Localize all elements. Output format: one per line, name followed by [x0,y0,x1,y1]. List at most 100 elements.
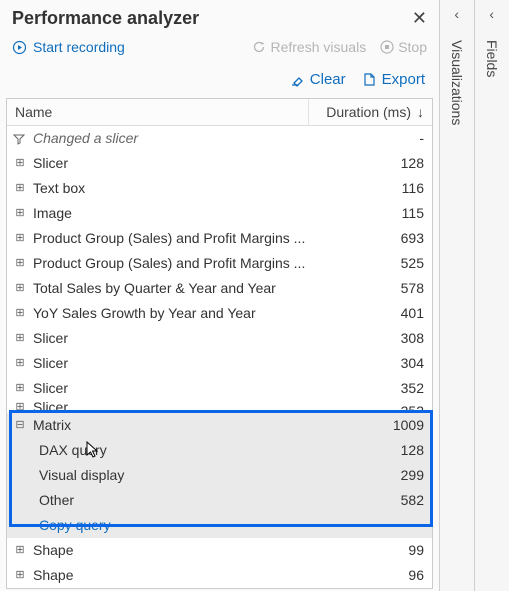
results-grid: Name Duration (ms) ↓ Changed a slicer-⊞S… [6,98,433,589]
export-label: Export [382,71,425,88]
export-button[interactable]: Export [362,71,425,88]
row-duration: 582 [329,490,424,511]
expand-icon[interactable]: ⊞ [13,378,27,399]
grid-header: Name Duration (ms) ↓ [7,99,432,126]
row-duration: 128 [329,440,424,461]
refresh-visuals-button: Refresh visuals [252,39,366,55]
stop-button: Stop [380,39,427,55]
row-label: Slicer [33,353,68,374]
grid-row[interactable]: ⊞ Slicer 304 [7,351,432,376]
row-label: Slicer [33,153,68,174]
row-label: Changed a slicer [33,128,138,149]
panel-title: Performance analyzer [12,8,199,29]
expand-icon[interactable]: ⊞ [13,565,27,586]
clear-label: Clear [310,71,346,88]
grid-row[interactable]: ⊞ Image 115 [7,201,432,226]
grid-row[interactable]: Changed a slicer - [7,126,432,151]
start-recording-button[interactable]: Start recording [12,39,125,55]
expand-icon[interactable]: ⊞ [13,153,27,174]
grid-row[interactable]: ⊞Slicer128 [7,151,432,176]
grid-row[interactable]: ⊞ Shape 96 [7,563,432,588]
row-duration [329,515,424,536]
close-icon[interactable]: ✕ [412,8,427,29]
expand-icon[interactable]: ⊞ [13,253,27,274]
grid-row[interactable]: ⊞ Total Sales by Quarter & Year and Year 5… [7,276,432,301]
grid-child-row[interactable]: Other 582 [7,488,432,513]
refresh-visuals-label: Refresh visuals [270,39,366,55]
start-recording-label: Start recording [33,39,125,55]
col-duration[interactable]: Duration (ms) ↓ [309,99,432,125]
row-label[interactable]: Copy query [39,515,111,536]
sidebar-visualizations[interactable]: ‹ Visualizations [440,0,475,591]
stop-label: Stop [398,39,427,55]
row-duration: 578 [329,278,424,299]
expand-icon[interactable]: ⊞ [13,401,27,413]
eraser-icon [290,72,305,87]
sidebar-fields-label: Fields [484,40,500,77]
row-label: Visual display [39,465,124,486]
row-label: Product Group (Sales) and Profit Margins… [33,228,305,249]
panel-actions: Start recording Refresh visuals Stop [0,33,439,65]
row-duration: 352 [329,401,424,413]
expand-icon[interactable]: ⊞ [13,540,27,561]
row-label: Other [39,490,74,511]
row-duration: 525 [329,253,424,274]
expand-icon[interactable]: ⊞ [13,328,27,349]
grid-child-row[interactable]: Visual display 299 [7,463,432,488]
row-label: Shape [33,540,73,561]
clear-button[interactable]: Clear [290,71,346,88]
grid-row[interactable]: ⊞ Slicer 352 [7,376,432,401]
row-duration: 99 [329,540,424,561]
grid-row[interactable]: ⊞ Shape 99 [7,538,432,563]
record-icon [12,40,27,55]
refresh-icon [252,40,266,54]
grid-row[interactable]: ⊞Slicer308 [7,326,432,351]
row-label: Product Group (Sales) and Profit Margins… [33,253,305,274]
grid-body: Changed a slicer-⊞Slicer128⊞Text box116⊞… [7,126,432,588]
row-duration: 352 [329,378,424,399]
expand-icon[interactable]: ⊞ [13,178,27,199]
col-name[interactable]: Name [7,99,309,125]
row-duration: 401 [329,303,424,324]
sidebar-visualizations-label: Visualizations [449,40,465,125]
row-duration: 304 [329,353,424,374]
grid-row[interactable]: ⊞ Product Group (Sales) and Profit Margin… [7,226,432,251]
sidebar-fields[interactable]: ‹ Fields [475,0,509,591]
expand-icon[interactable]: ⊞ [13,353,27,374]
expand-icon[interactable]: ⊞ [13,228,27,249]
stop-icon [380,40,394,54]
row-label: Image [33,203,72,224]
chevron-left-icon[interactable]: ‹ [489,6,494,22]
collapse-icon[interactable]: ⊟ [13,415,27,436]
sort-arrow-icon: ↓ [417,104,424,120]
row-label: YoY Sales Growth by Year and Year [33,303,256,324]
row-duration: 1009 [329,415,424,436]
row-duration: 96 [329,565,424,586]
grid-row[interactable]: ⊟Matrix1009 [7,413,432,438]
expand-icon[interactable]: ⊞ [13,203,27,224]
panel-titlebar: Performance analyzer ✕ [0,0,439,33]
grid-row[interactable]: ⊞Text box116 [7,176,432,201]
chevron-left-icon[interactable]: ‹ [454,6,459,22]
grid-row[interactable]: ⊞ Slicer 352 [7,401,432,413]
expand-icon[interactable]: ⊞ [13,278,27,299]
row-label: Slicer [33,378,68,399]
grid-row[interactable]: ⊞ Product Group (Sales) and Profit Margin… [7,251,432,276]
col-duration-label: Duration (ms) [326,104,411,120]
performance-analyzer-panel: Performance analyzer ✕ Start recording R… [0,0,440,591]
export-icon [362,72,377,87]
row-duration: - [329,128,424,149]
row-label: Slicer [33,401,68,413]
grid-row[interactable]: ⊞ YoY Sales Growth by Year and Year 401 [7,301,432,326]
app-root: Performance analyzer ✕ Start recording R… [0,0,509,591]
clear-export-bar: Clear Export [0,65,439,98]
grid-child-row[interactable]: DAX query 128 [7,438,432,463]
row-label: Shape [33,565,73,586]
row-duration: 308 [329,328,424,349]
expand-icon[interactable]: ⊞ [13,303,27,324]
row-duration: 299 [329,465,424,486]
row-label: DAX query [39,440,107,461]
row-duration: 115 [329,203,424,224]
grid-child-row[interactable]: Copy query [7,513,432,538]
row-label: Total Sales by Quarter & Year and Year [33,278,276,299]
